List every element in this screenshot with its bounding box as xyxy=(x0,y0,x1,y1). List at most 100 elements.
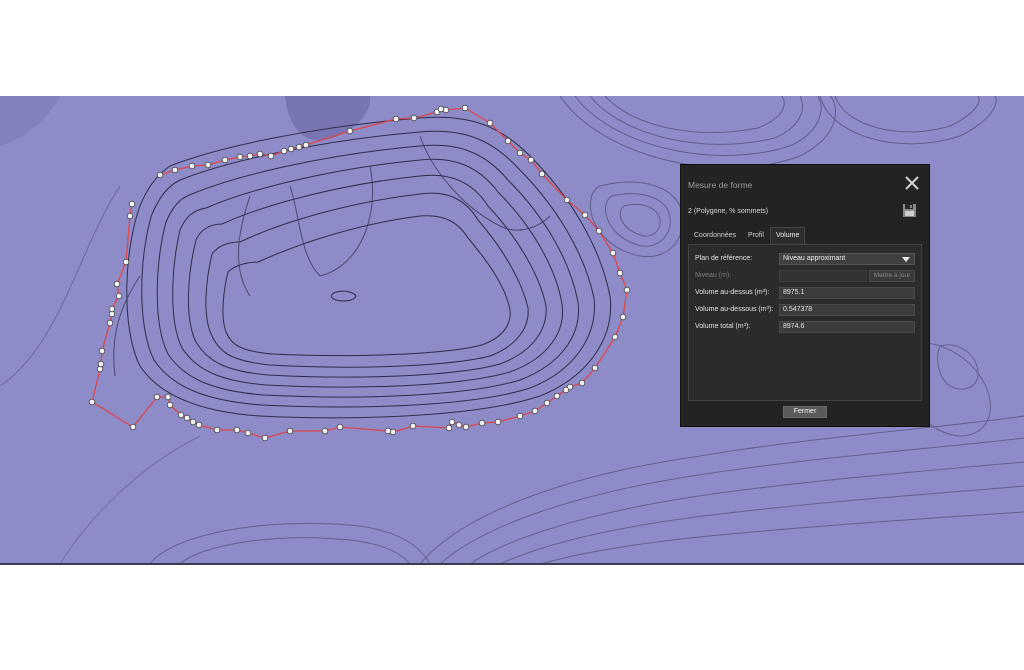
tab-coordinates[interactable]: Coordonnées xyxy=(688,227,742,245)
polygon-vertex[interactable] xyxy=(98,347,106,355)
polygon-vertex[interactable] xyxy=(88,398,96,406)
polygon-vertex[interactable] xyxy=(461,104,469,112)
polygon-vertex[interactable] xyxy=(616,269,624,277)
polygon-vertex[interactable] xyxy=(286,427,294,435)
polygon-vertex[interactable] xyxy=(221,156,229,164)
floppy-disk-icon[interactable] xyxy=(902,203,917,218)
polygon-vertex[interactable] xyxy=(122,258,130,266)
polygon-vertex[interactable] xyxy=(609,249,617,257)
volume-tab-content: Plan de référence: Niveau approximant Ni… xyxy=(688,244,922,401)
polygon-vertex[interactable] xyxy=(595,227,603,235)
polygon-vertex[interactable] xyxy=(244,429,252,437)
level-input[interactable] xyxy=(779,270,867,282)
polygon-vertex[interactable] xyxy=(494,418,502,426)
polygon-vertex[interactable] xyxy=(516,412,524,420)
polygon-vertex[interactable] xyxy=(280,147,288,155)
close-button[interactable]: Fermer xyxy=(783,406,827,418)
shape-measurement-panel: Mesure de forme 2 (Polygone, % sommets) … xyxy=(680,164,930,427)
polygon-vertex[interactable] xyxy=(156,171,164,179)
update-button[interactable]: Mettre à jour xyxy=(869,270,915,282)
reference-plane-select[interactable]: Niveau approximant xyxy=(779,253,915,265)
level-row: Niveau (m): Mettre à jour xyxy=(695,270,917,282)
polygon-vertex[interactable] xyxy=(204,161,212,169)
polygon-vertex[interactable] xyxy=(591,364,599,372)
polygon-vertex[interactable] xyxy=(581,211,589,219)
polygon-vertex[interactable] xyxy=(256,150,264,158)
polygon-vertex[interactable] xyxy=(410,114,418,122)
polygon-vertex[interactable] xyxy=(553,392,561,400)
polygon-vertex[interactable] xyxy=(611,333,619,341)
panel-title: Mesure de forme xyxy=(688,180,753,190)
polygon-vertex[interactable] xyxy=(177,411,185,419)
polygon-vertex[interactable] xyxy=(302,141,310,149)
polygon-vertex[interactable] xyxy=(189,418,197,426)
polygon-vertex[interactable] xyxy=(233,426,241,434)
polygon-vertex[interactable] xyxy=(445,424,453,432)
polygon-vertex[interactable] xyxy=(236,153,244,161)
polygon-vertex[interactable] xyxy=(113,280,121,288)
tab-profile[interactable]: Profil xyxy=(742,227,770,245)
shape-description: 2 (Polygone, % sommets) xyxy=(688,208,769,215)
polygon-vertex[interactable] xyxy=(623,286,631,294)
polygon-vertex[interactable] xyxy=(129,423,137,431)
polygon-vertex[interactable] xyxy=(106,319,114,327)
polygon-vertex[interactable] xyxy=(448,418,456,426)
volume-total-field[interactable]: 8974.6 xyxy=(779,321,915,333)
polygon-vertex[interactable] xyxy=(171,166,179,174)
polygon-vertex[interactable] xyxy=(126,212,134,220)
polygon-vertex[interactable] xyxy=(183,414,191,422)
polygon-vertex[interactable] xyxy=(164,393,172,401)
polygon-vertex[interactable] xyxy=(462,423,470,431)
polygon-vertex[interactable] xyxy=(527,156,535,164)
polygon-vertex[interactable] xyxy=(128,200,136,208)
polygon-vertex[interactable] xyxy=(384,427,392,435)
polygon-vertex[interactable] xyxy=(267,152,275,160)
polygon-vertex[interactable] xyxy=(108,305,116,313)
polygon-vertex[interactable] xyxy=(97,360,105,368)
tab-bar: Coordonnées Profil Volume xyxy=(688,227,806,245)
polygon-vertex[interactable] xyxy=(543,399,551,407)
volume-total-row: Volume total (m³): 8974.6 xyxy=(695,321,917,333)
polygon-vertex[interactable] xyxy=(442,106,450,114)
polygon-vertex[interactable] xyxy=(455,421,463,429)
polygon-vertex[interactable] xyxy=(478,419,486,427)
polygon-vertex[interactable] xyxy=(321,427,329,435)
level-label: Niveau (m): xyxy=(695,272,732,279)
polygon-vertex[interactable] xyxy=(213,426,221,434)
volume-above-label: Volume au-dessus (m³): xyxy=(695,289,770,296)
polygon-vertex[interactable] xyxy=(346,127,354,135)
map-bottom-border xyxy=(0,563,1024,565)
volume-below-field[interactable]: 0.547378 xyxy=(779,304,915,316)
polygon-vertex[interactable] xyxy=(409,422,417,430)
polygon-vertex[interactable] xyxy=(188,162,196,170)
polygon-vertex[interactable] xyxy=(619,313,627,321)
volume-above-row: Volume au-dessus (m³): 8975.1 xyxy=(695,287,917,299)
polygon-vertex[interactable] xyxy=(578,379,586,387)
polygon-vertex[interactable] xyxy=(287,145,295,153)
polygon-vertex[interactable] xyxy=(261,434,269,442)
polygon-vertex[interactable] xyxy=(246,152,254,160)
tab-volume[interactable]: Volume xyxy=(769,227,806,245)
measurement-polygon[interactable] xyxy=(91,107,628,439)
polygon-vertex[interactable] xyxy=(195,421,203,429)
polygon-vertex[interactable] xyxy=(538,170,546,178)
polygon-vertex[interactable] xyxy=(516,149,524,157)
volume-above-field[interactable]: 8975.1 xyxy=(779,287,915,299)
polygon-vertex[interactable] xyxy=(166,401,174,409)
chevron-down-icon xyxy=(902,257,910,262)
polygon-vertex[interactable] xyxy=(336,423,344,431)
reference-plane-label: Plan de référence: xyxy=(695,255,753,262)
volume-below-row: Volume au-dessous (m³): 0.547378 xyxy=(695,304,917,316)
polygon-vertex[interactable] xyxy=(563,196,571,204)
polygon-vertex[interactable] xyxy=(504,137,512,145)
polygon-vertex[interactable] xyxy=(486,119,494,127)
close-icon[interactable] xyxy=(903,174,921,192)
polygon-vertex[interactable] xyxy=(531,407,539,415)
polygon-vertex[interactable] xyxy=(153,393,161,401)
polygon-vertex[interactable] xyxy=(562,386,570,394)
polygon-vertex[interactable] xyxy=(295,143,303,151)
reference-plane-row: Plan de référence: Niveau approximant xyxy=(695,253,917,265)
volume-below-label: Volume au-dessous (m³): xyxy=(695,306,774,313)
polygon-vertex[interactable] xyxy=(115,292,123,300)
polygon-vertex[interactable] xyxy=(392,115,400,123)
